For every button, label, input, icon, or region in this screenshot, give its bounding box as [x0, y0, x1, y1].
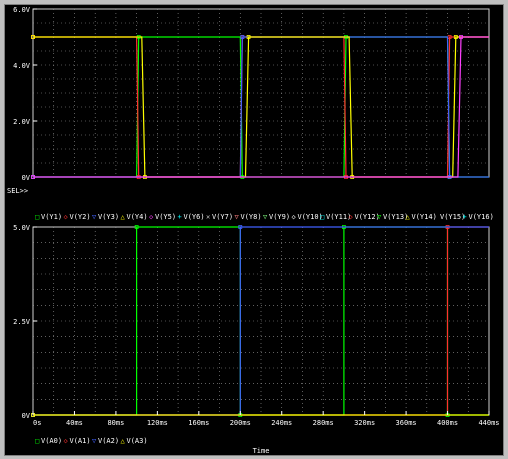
x-tick-label: 320ms	[354, 419, 375, 427]
legend-label: V(Y3)	[98, 213, 119, 221]
legend-symbol: ▽	[235, 213, 240, 221]
legend-symbol: ◇	[292, 213, 297, 221]
legend-symbol: ◇	[349, 213, 354, 221]
legend-label: V(Y14)	[412, 213, 437, 221]
legend-label: V(Y1)	[41, 213, 62, 221]
upper-y-tick-label: 6.0V	[13, 6, 31, 14]
legend-label: V(A1)	[70, 437, 91, 445]
legend-label: V(Y11)	[326, 213, 351, 221]
probe-window: 0V 2.0V 4.0V 6.0V SEL>> □ V(Y1) ◇ V(Y2) ▽ V(Y3) △ V(…	[0, 0, 508, 459]
legend-symbol: □	[35, 437, 39, 445]
upper-y-tick-label: 2.0V	[13, 118, 31, 126]
x-tick-label: 40ms	[66, 419, 83, 427]
legend-label: V(Y2)	[70, 213, 91, 221]
legend-symbol: ◇	[149, 213, 154, 221]
legend-symbol: △	[121, 437, 126, 445]
x-tick-label: 440ms	[478, 419, 499, 427]
legend-label: V(A0)	[41, 437, 62, 445]
legend-label: V(Y6)	[184, 213, 205, 221]
x-axis-title: Time	[253, 447, 270, 455]
legend-label: V(Y15)	[440, 213, 465, 221]
legend-label: V(Y4)	[127, 213, 148, 221]
legend-symbol: ▽	[92, 437, 97, 445]
x-tick-label: 120ms	[147, 419, 168, 427]
legend-label: V(Y13)	[383, 213, 408, 221]
legend-label: V(A2)	[98, 437, 119, 445]
legend-symbol: ▽	[263, 213, 268, 221]
waveform-chart: 0V2.0V4.0V6.0VSEL>>□ V(Y1) ◇ V(Y2) ▽ V(Y3) △ V(…	[7, 6, 500, 455]
legend-label: V(A3)	[127, 437, 148, 445]
lower-y-tick-label: 2.5V	[13, 318, 31, 326]
selection-marker: SEL>>	[7, 187, 28, 195]
legend-symbol: ◇	[64, 437, 69, 445]
x-tick-label: 200ms	[230, 419, 251, 427]
lower-y-tick-label: 5.0V	[13, 224, 31, 232]
x-tick-label: 160ms	[188, 419, 209, 427]
legend-symbol: ✕	[206, 213, 210, 221]
legend-label: V(Y9)	[269, 213, 290, 221]
x-tick-label: 280ms	[313, 419, 334, 427]
legend-label: V(Y8)	[241, 213, 262, 221]
legend-symbol: ▽	[377, 213, 382, 221]
legend-symbol: ◇	[64, 213, 69, 221]
legend-label: V(Y7)	[212, 213, 233, 221]
legend-symbol: □	[35, 213, 39, 221]
x-tick-label: 240ms	[271, 419, 292, 427]
lower-y-tick-label: 0V	[22, 412, 31, 420]
x-tick-label: 400ms	[437, 419, 458, 427]
legend-label: V(Y12)	[355, 213, 380, 221]
legend-symbol: □	[320, 213, 324, 221]
x-tick-label: 0s	[33, 419, 41, 427]
plot-area: 0V 2.0V 4.0V 6.0V SEL>> □ V(Y1) ◇ V(Y2) ▽ V(Y3) △ V(…	[4, 4, 504, 456]
legend-symbol: △	[406, 213, 411, 221]
x-tick-label: 80ms	[107, 419, 124, 427]
upper-y-tick-label: 4.0V	[13, 62, 31, 70]
legend-symbol: +	[178, 213, 182, 221]
legend-label: V(Y10)	[298, 213, 323, 221]
legend-symbol: +	[463, 213, 467, 221]
legend-label: V(Y5)	[155, 213, 176, 221]
upper-y-tick-label: 0V	[22, 174, 31, 182]
legend-label: V(Y16)	[469, 213, 494, 221]
legend-symbol: △	[121, 213, 126, 221]
legend-symbol: ▽	[92, 213, 97, 221]
x-tick-label: 360ms	[396, 419, 417, 427]
